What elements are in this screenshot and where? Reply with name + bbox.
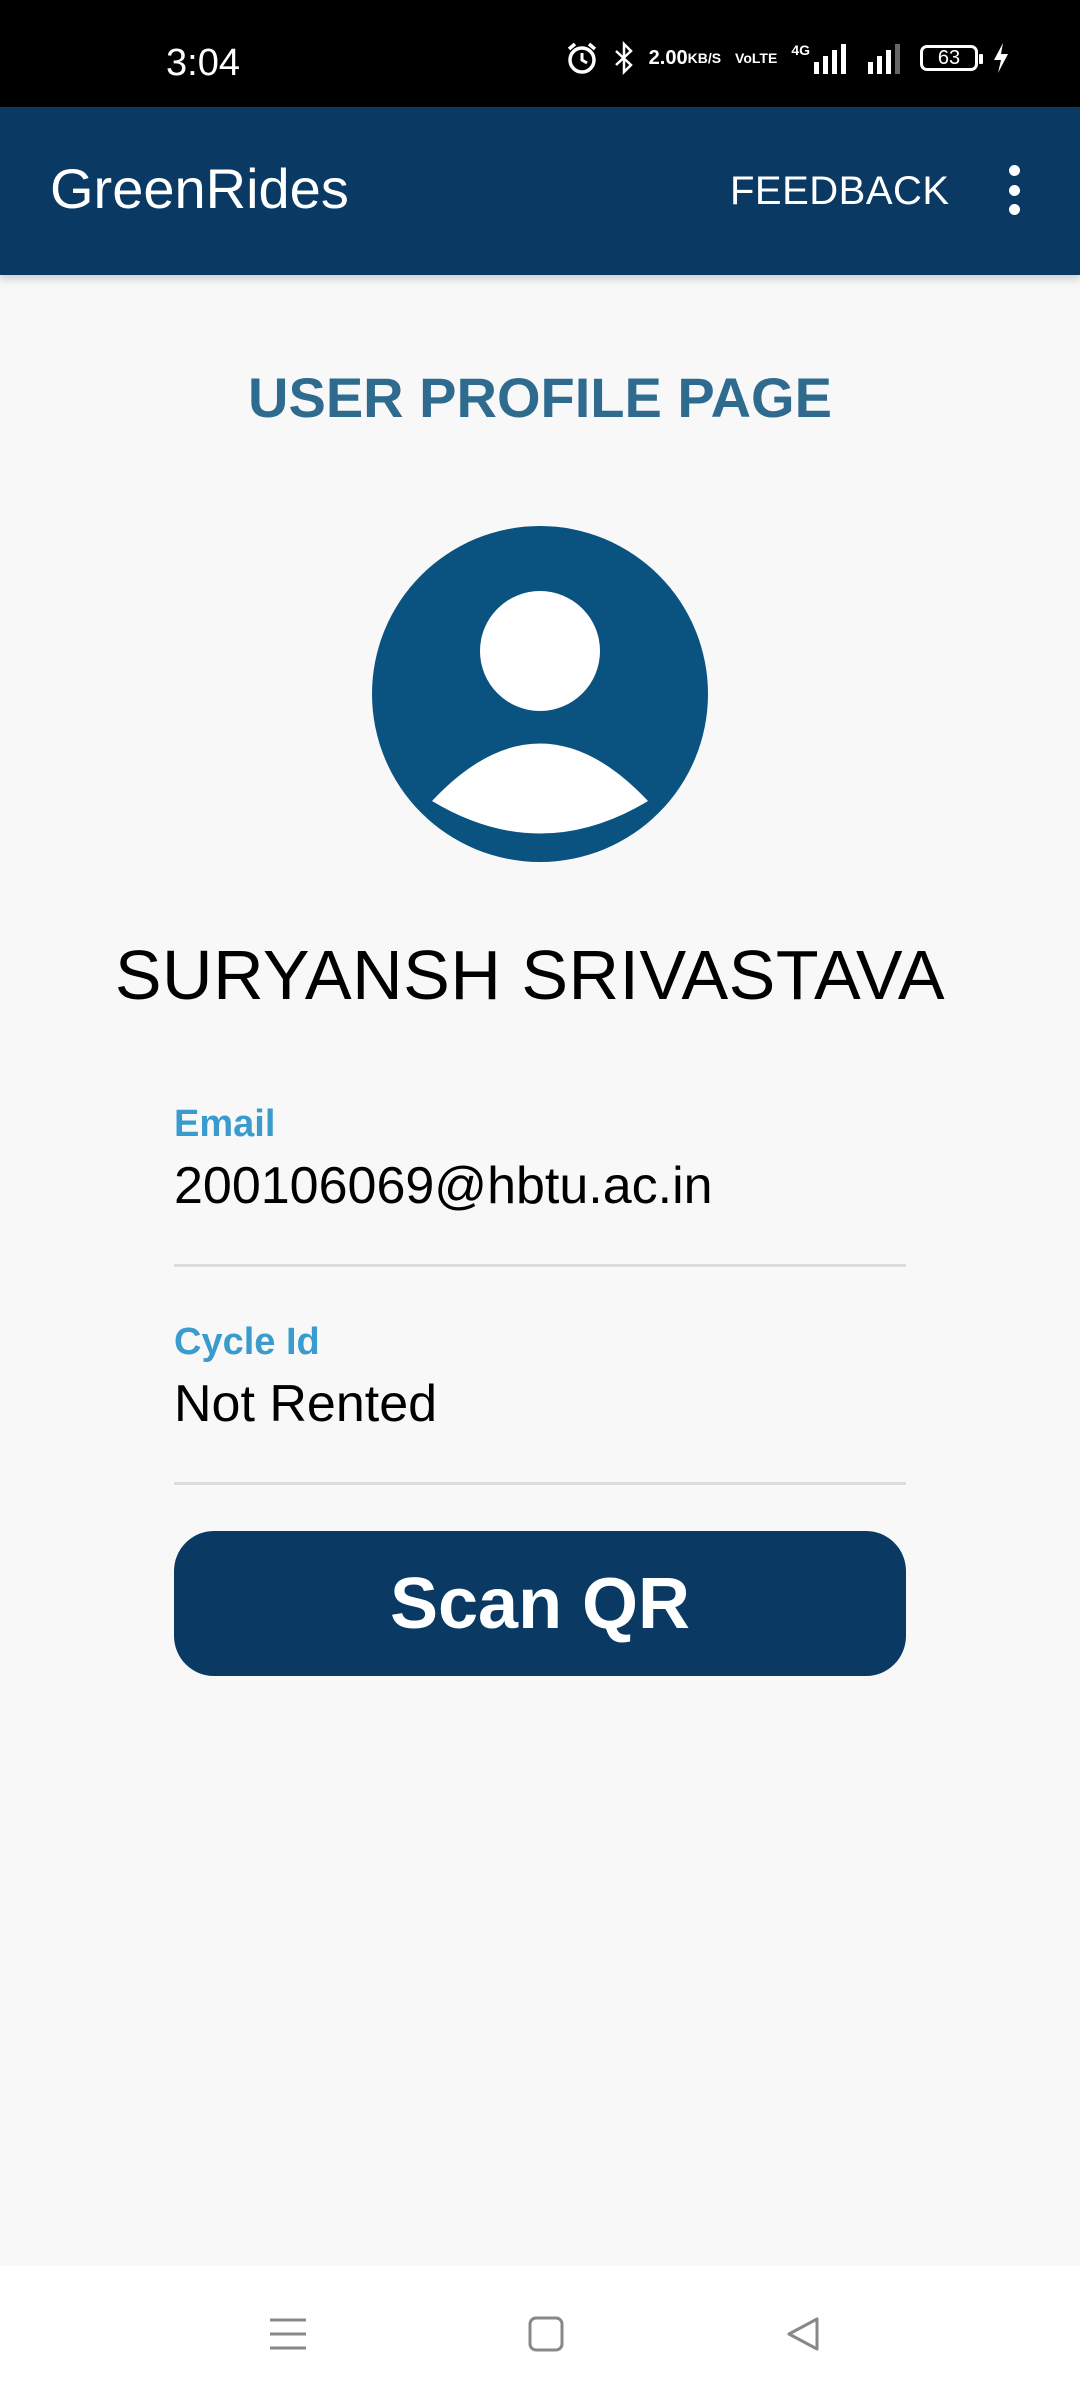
cycle-id-label: Cycle Id [174,1321,320,1363]
battery-level: 63 [937,46,961,69]
email-value: 200106069@hbtu.ac.in [174,1157,713,1215]
volte-indicator: Vo LTE [735,49,778,66]
battery-indicator: 63 [920,45,983,71]
volte-top: Vo [735,49,752,66]
volte-bottom: LTE [751,49,778,66]
user-name: SURYANSH SRIVASTAVA [114,936,946,1014]
net-speed-unit: KB/S [687,50,722,66]
home-square-icon[interactable] [506,2294,586,2374]
status-icons: 2.00 KB/S Vo LTE 4G 63 [565,38,1010,78]
page-title: USER PROFILE PAGE [248,366,832,429]
signal-4g-icon: 4G [791,42,852,74]
alarm-icon [565,41,599,75]
cycle-id-value: Not Rented [174,1375,438,1433]
app-title: GreenRides [50,157,349,220]
signal-icon [866,42,906,74]
menu-icon[interactable] [248,2294,328,2374]
scan-qr-button[interactable]: Scan QR [174,1531,906,1676]
network-type: 4G [791,42,810,58]
feedback-button[interactable]: FEEDBACK [730,171,950,211]
status-time: 3:04 [166,42,240,84]
more-vertical-icon[interactable] [996,157,1032,223]
charging-icon [992,42,1010,74]
net-speed: 2.00 KB/S [648,47,722,69]
bluetooth-icon [613,41,635,75]
net-speed-value: 2.00 [648,47,688,69]
system-nav-bar [0,2266,1080,2400]
status-bar: 3:04 2.00 KB/S Vo LTE 4G 63 [0,0,1080,107]
cycle-id-divider [174,1482,906,1485]
back-triangle-icon[interactable] [763,2294,843,2374]
account-circle-icon [372,526,708,862]
email-divider [174,1264,906,1267]
app-bar: GreenRides FEEDBACK [0,107,1080,275]
email-label: Email [174,1103,276,1145]
